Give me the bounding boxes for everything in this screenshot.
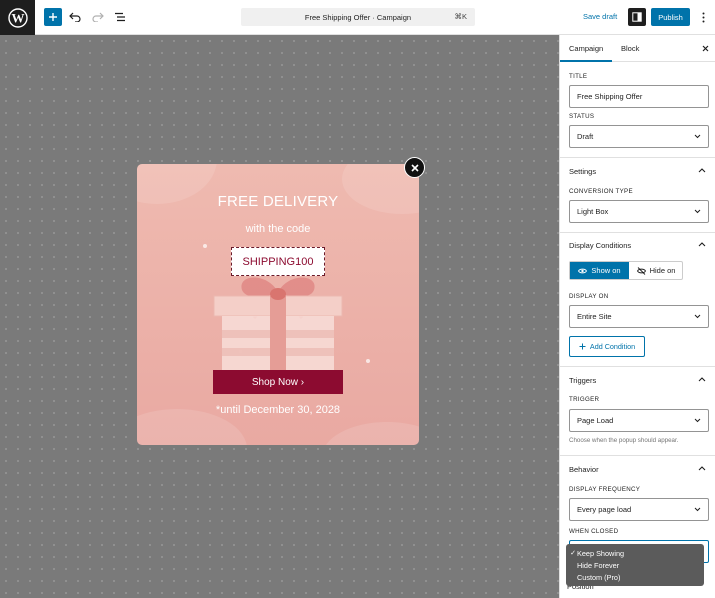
- gift-box-icon: [213, 277, 343, 372]
- title-label: TITLE: [569, 73, 588, 80]
- popup-preview[interactable]: FREE DELIVERY with the code SHIPPING100 …: [137, 164, 419, 445]
- option-label: Hide Forever: [577, 560, 620, 570]
- command-palette-bar[interactable]: Free Shipping Offer · Campaign ⌘K: [241, 8, 475, 26]
- eye-icon: [578, 268, 588, 273]
- title-input[interactable]: Free Shipping Offer: [569, 85, 709, 108]
- option-label: Keep Showing: [577, 548, 625, 558]
- conversion-type-label: CONVERSION TYPE: [569, 188, 633, 195]
- sparkle-icon: [203, 244, 207, 248]
- shop-now-button[interactable]: Shop Now ›: [213, 370, 343, 394]
- show-on-button[interactable]: Show on: [570, 262, 629, 279]
- section-divider: [560, 366, 715, 367]
- title-input-value: Free Shipping Offer: [577, 92, 643, 101]
- add-condition-button[interactable]: Add Condition: [569, 336, 645, 357]
- conversion-type-value: Light Box: [577, 207, 609, 216]
- chevron-down-icon: [694, 314, 701, 319]
- plus-icon: [579, 343, 586, 350]
- chevron-down-icon: [694, 209, 701, 214]
- display-conditions-section-heading[interactable]: Display Conditions: [569, 241, 631, 250]
- display-on-select[interactable]: Entire Site: [569, 305, 709, 328]
- triggers-section-heading[interactable]: Triggers: [569, 376, 596, 385]
- settings-section-heading[interactable]: Settings: [569, 167, 596, 176]
- document-overview-icon[interactable]: [111, 8, 129, 26]
- svg-text:W: W: [11, 10, 24, 25]
- display-on-label: DISPLAY ON: [569, 293, 609, 300]
- section-divider: [560, 232, 715, 233]
- chevron-up-icon[interactable]: [698, 465, 706, 471]
- chevron-up-icon[interactable]: [698, 167, 706, 173]
- status-select[interactable]: Draft: [569, 125, 709, 148]
- sidebar-tabs: Campaign Block: [560, 35, 715, 62]
- display-frequency-value: Every page load: [577, 505, 632, 514]
- trigger-value: Page Load: [577, 416, 614, 425]
- add-block-button[interactable]: [44, 8, 62, 26]
- redo-icon[interactable]: [89, 8, 107, 26]
- shortcut-hint: ⌘K: [454, 12, 467, 21]
- chevron-up-icon[interactable]: [698, 376, 706, 382]
- more-options-icon[interactable]: [697, 8, 709, 26]
- sparkle-icon: [366, 359, 370, 363]
- conversion-type-select[interactable]: Light Box: [569, 200, 709, 223]
- tab-campaign[interactable]: Campaign: [569, 44, 603, 53]
- active-tab-indicator: [560, 60, 612, 62]
- add-condition-label: Add Condition: [589, 342, 636, 351]
- chevron-up-icon[interactable]: [698, 241, 706, 247]
- display-on-value: Entire Site: [577, 312, 612, 321]
- dropdown-option-hide-forever[interactable]: Hide Forever: [566, 559, 704, 571]
- offer-expiry-text: *until December 30, 2028: [215, 404, 341, 416]
- undo-icon[interactable]: [66, 8, 84, 26]
- hide-on-button[interactable]: Hide on: [629, 262, 683, 279]
- close-icon[interactable]: [404, 157, 425, 178]
- tab-block[interactable]: Block: [621, 44, 639, 53]
- save-draft-button[interactable]: Save draft: [583, 12, 617, 21]
- section-divider: [560, 455, 715, 456]
- coupon-code-box[interactable]: SHIPPING100: [231, 247, 325, 276]
- show-on-label: Show on: [591, 266, 621, 275]
- show-hide-toggle: Show on Hide on: [569, 261, 683, 280]
- behavior-section-heading[interactable]: Behavior: [569, 465, 599, 474]
- option-label: Custom (Pro): [577, 573, 621, 583]
- display-frequency-label: DISPLAY FREQUENCY: [569, 486, 641, 493]
- editor-canvas[interactable]: FREE DELIVERY with the code SHIPPING100 …: [0, 35, 559, 598]
- close-sidebar-icon[interactable]: [699, 42, 711, 54]
- popup-subtitle: with the code: [245, 223, 311, 235]
- trigger-label: TRIGGER: [569, 396, 600, 403]
- hide-on-label: Hide on: [649, 266, 676, 275]
- chevron-down-icon: [694, 418, 701, 423]
- section-divider: [560, 157, 715, 158]
- trigger-help-text: Choose when the popup should appear.: [569, 437, 679, 444]
- publish-button[interactable]: Publish: [651, 8, 690, 26]
- dropdown-option-keep-showing[interactable]: ✓ Keep Showing: [566, 547, 704, 559]
- checkmark-icon: ✓: [570, 550, 576, 558]
- popup-title: FREE DELIVERY: [217, 193, 339, 210]
- settings-sidebar-toggle-icon[interactable]: [628, 8, 646, 26]
- settings-sidebar: Campaign Block TITLE Free Shipping Offer…: [559, 35, 715, 598]
- chevron-down-icon: [694, 134, 701, 139]
- display-frequency-select[interactable]: Every page load: [569, 498, 709, 521]
- when-closed-dropdown: ✓ Keep Showing Hide Forever Custom (Pro): [566, 544, 704, 586]
- decorative-circle: [322, 422, 419, 445]
- when-closed-label: WHEN CLOSED: [569, 528, 619, 535]
- status-select-value: Draft: [577, 132, 594, 141]
- chevron-down-icon: [694, 507, 701, 512]
- trigger-select[interactable]: Page Load: [569, 409, 709, 432]
- status-label: STATUS: [569, 113, 595, 120]
- wordpress-logo-icon[interactable]: W: [0, 0, 35, 35]
- document-title: Free Shipping Offer · Campaign: [304, 12, 412, 22]
- editor-top-bar: W Free Shipping Offer · Campaign ⌘K Save…: [0, 0, 715, 35]
- dropdown-option-custom-pro[interactable]: Custom (Pro): [566, 572, 704, 584]
- eye-slash-icon: [636, 266, 646, 275]
